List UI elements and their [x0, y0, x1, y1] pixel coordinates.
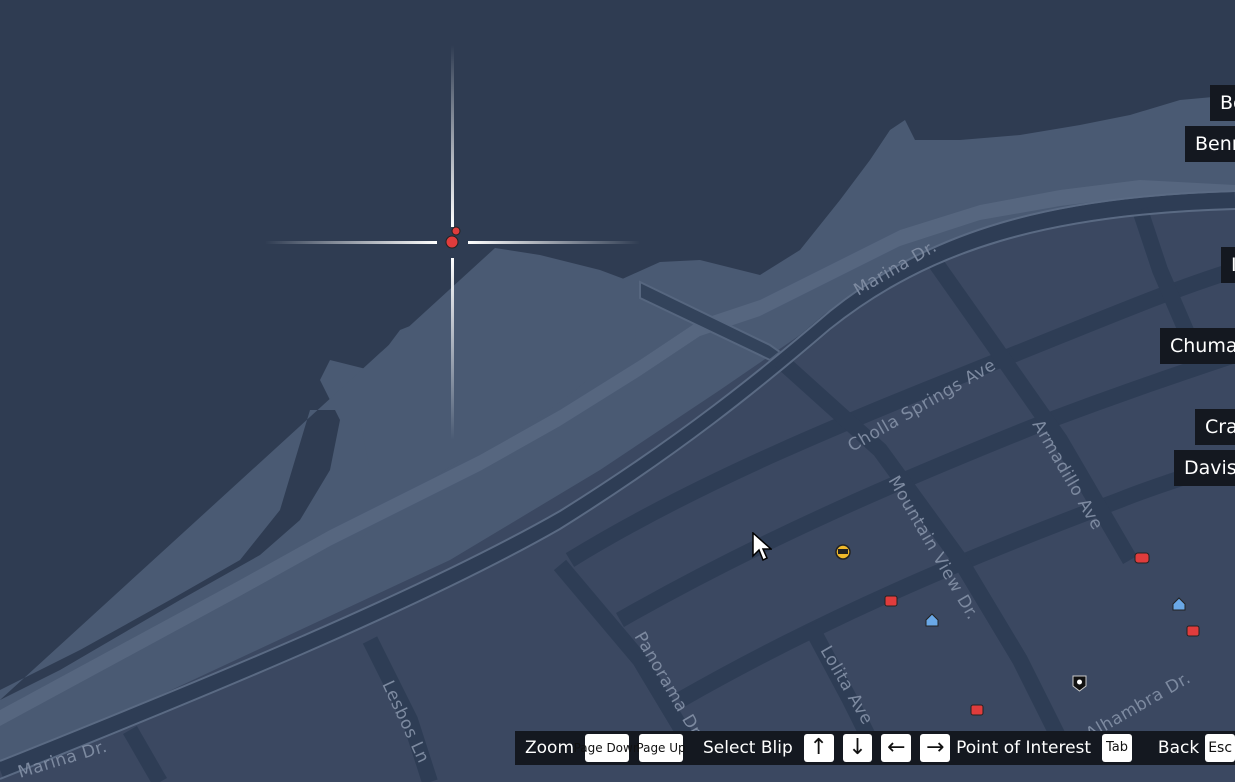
select-blip-label: Select Blip: [703, 738, 793, 758]
esc-key[interactable]: Esc: [1205, 734, 1235, 762]
car-icon[interactable]: [1134, 552, 1150, 564]
arrow-down-key[interactable]: ↓: [842, 734, 873, 762]
controls-bar: Zoom Page Down Page Up Select Blip ↑ ↓ ←…: [515, 731, 1235, 765]
page-up-key[interactable]: Page Up: [636, 734, 686, 762]
side-label-item[interactable]: I: [1221, 247, 1235, 283]
zoom-label: Zoom: [525, 738, 575, 758]
tab-key[interactable]: Tab: [1102, 734, 1132, 762]
mouse-cursor-icon: [752, 532, 772, 562]
car-icon[interactable]: [1186, 625, 1200, 637]
side-label-item[interactable]: Davis: [1174, 450, 1235, 486]
arrow-up-key[interactable]: ↑: [803, 734, 834, 762]
side-label-item[interactable]: Cra: [1195, 409, 1235, 445]
arrow-right-key[interactable]: →: [920, 734, 951, 762]
back-label: Back: [1157, 738, 1200, 758]
mod-shop-icon[interactable]: [835, 544, 851, 560]
car-icon[interactable]: [970, 704, 984, 716]
map-canvas[interactable]: Marina Dr. Cholla Springs Ave Armadillo …: [0, 0, 1235, 782]
page-down-key[interactable]: Page Down: [574, 734, 640, 762]
arrow-left-key[interactable]: ←: [881, 734, 912, 762]
side-label-item[interactable]: Bo: [1210, 85, 1235, 121]
side-label-item[interactable]: Benn: [1185, 126, 1235, 162]
point-of-interest-label: Point of Interest: [956, 738, 1092, 758]
car-icon[interactable]: [884, 595, 898, 607]
side-label-item[interactable]: Chuma: [1160, 328, 1235, 364]
